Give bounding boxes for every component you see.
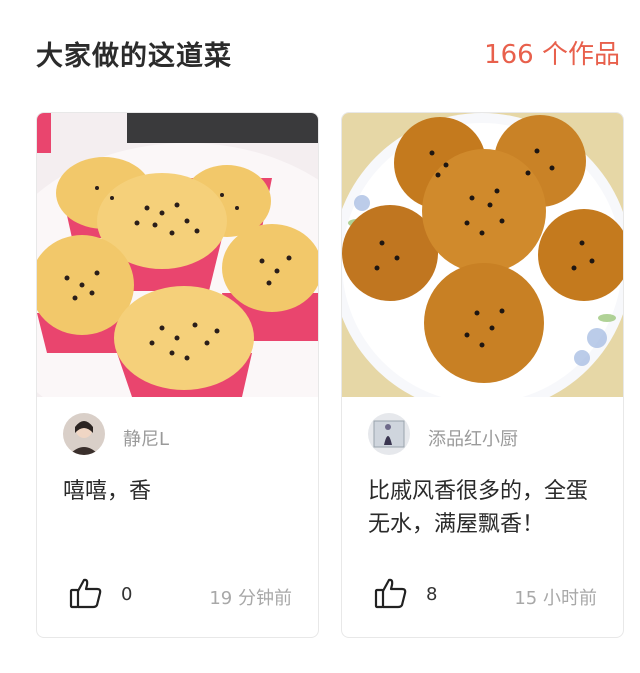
author-avatar[interactable] bbox=[63, 413, 105, 455]
dish-photo[interactable] bbox=[37, 113, 318, 397]
recipe-work-card[interactable]: 添品红小厨 比戚风香很多的，全蛋无水，满屋飘香！ 8 15 小时前 bbox=[341, 112, 624, 638]
work-description: 嘻嘻，香 bbox=[63, 479, 152, 504]
author-name[interactable]: 静尼L bbox=[123, 425, 169, 451]
works-count-link[interactable]: 166 个作品 bbox=[484, 34, 620, 71]
author-name[interactable]: 添品红小厨 bbox=[428, 425, 518, 451]
thumbs-up-icon[interactable] bbox=[374, 576, 408, 610]
author-avatar[interactable] bbox=[368, 413, 410, 455]
section-title: 大家做的这道菜 bbox=[36, 41, 232, 72]
like-count: 8 bbox=[426, 584, 438, 605]
work-description: 比戚风香很多的，全蛋无水，满屋飘香！ bbox=[368, 479, 589, 537]
thumbs-up-icon[interactable] bbox=[69, 576, 103, 610]
dish-photo[interactable] bbox=[342, 113, 623, 397]
like-count: 0 bbox=[121, 584, 133, 605]
post-time: 15 小时前 bbox=[514, 588, 597, 609]
section-header: 大家做的这道菜 166 个作品 bbox=[36, 30, 620, 74]
post-time: 19 分钟前 bbox=[209, 588, 292, 609]
recipe-work-card[interactable]: 静尼L 嘻嘻，香 0 19 分钟前 bbox=[36, 112, 319, 638]
